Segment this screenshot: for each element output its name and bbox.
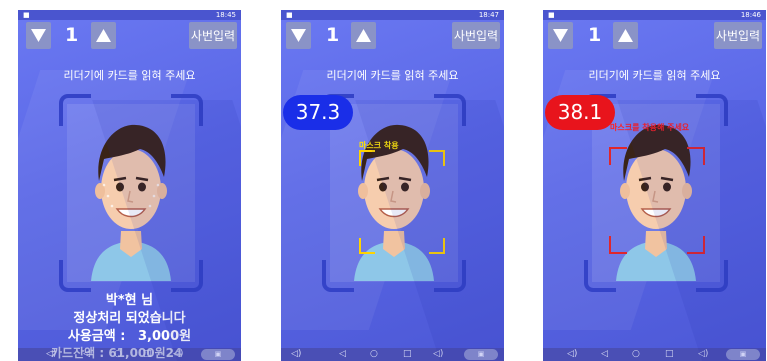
android-nav-bar: ◁) ◁ ○ □ ◁) ▣ xyxy=(281,348,504,361)
card-instruction: 리더기에 카드를 읽혀 주세요 xyxy=(63,69,196,82)
home-icon[interactable]: ○ xyxy=(632,348,640,361)
count-down-button[interactable] xyxy=(286,22,311,49)
kiosk-screen-mask-ok: ■ 18:47 1 사번입력 리더기에 카드를 읽혀 주세요 37.3 마스크 … xyxy=(281,10,504,361)
status-time: 18:45 xyxy=(215,11,236,19)
volume-icon[interactable]: ◁) xyxy=(567,348,577,361)
count-value: 1 xyxy=(326,24,340,46)
kiosk-screen-mask-warning: ■ 18:46 1 사번입력 리더기에 카드를 읽혀 주세요 38.1 마스크를… xyxy=(543,10,766,361)
recents-icon[interactable]: □ xyxy=(665,348,674,361)
status-bar: ■ 18:46 xyxy=(543,10,766,20)
employee-id-button[interactable]: 사번입력 xyxy=(452,22,500,49)
mask-warning-label: 마스크를 착용해 주세요 xyxy=(610,123,690,132)
sim-icon: ■ xyxy=(286,11,293,19)
card-balance-overlay: 카드잔액 : 61,000원24 xyxy=(51,346,183,360)
temperature-badge: 38.1 xyxy=(545,95,615,130)
status-time: 18:47 xyxy=(478,11,499,19)
status-time: 18:46 xyxy=(740,11,761,19)
volume-up-icon[interactable]: ◁) xyxy=(698,348,708,361)
triangle-up-icon xyxy=(618,29,633,42)
count-up-button[interactable] xyxy=(613,22,638,49)
card-instruction: 리더기에 카드를 읽혀 주세요 xyxy=(326,69,459,82)
count-up-button[interactable] xyxy=(91,22,116,49)
usage-amount: 사용금액 : 3,000원 xyxy=(18,325,241,344)
usage-amount-value: 3,000원 xyxy=(138,329,192,344)
count-down-button[interactable] xyxy=(26,22,51,49)
triangle-down-icon xyxy=(31,29,46,42)
recents-icon[interactable]: □ xyxy=(403,348,412,361)
volume-icon[interactable]: ◁) xyxy=(291,348,301,361)
employee-id-button[interactable]: 사번입력 xyxy=(714,22,762,49)
kiosk-screen-success: ■ 18:45 1 사번입력 리더기에 카드를 읽혀 주세요 박*현 님 정상처… xyxy=(18,10,241,361)
triangle-down-icon xyxy=(553,29,568,42)
card-instruction: 리더기에 카드를 읽혀 주세요 xyxy=(588,69,721,82)
screenshot-icon[interactable]: ▣ xyxy=(726,349,760,360)
sim-icon: ■ xyxy=(548,11,555,19)
face-detect-box xyxy=(609,147,705,254)
usage-amount-label: 사용금액 : xyxy=(67,329,126,344)
count-up-button[interactable] xyxy=(351,22,376,49)
user-name: 박*현 님 xyxy=(105,293,154,308)
back-icon[interactable]: ◁ xyxy=(339,348,346,361)
face-frame xyxy=(59,94,203,292)
sim-icon: ■ xyxy=(23,11,30,19)
triangle-up-icon xyxy=(96,29,111,42)
android-nav-bar: ◁) ◁ ○ □ ◁) ▣ xyxy=(543,348,766,361)
face-detect-box xyxy=(359,150,445,254)
triangle-down-icon xyxy=(291,29,306,42)
triangle-up-icon xyxy=(356,29,371,42)
count-value: 1 xyxy=(588,24,602,46)
back-icon[interactable]: ◁ xyxy=(601,348,608,361)
screenshot-icon[interactable]: ▣ xyxy=(201,349,235,360)
success-message: 정상처리 되었습니다 xyxy=(73,311,186,326)
status-bar: ■ 18:47 xyxy=(281,10,504,20)
count-value: 1 xyxy=(65,24,79,46)
volume-up-icon[interactable]: ◁) xyxy=(433,348,443,361)
temperature-badge: 37.3 xyxy=(283,95,353,130)
screenshot-icon[interactable]: ▣ xyxy=(464,349,498,360)
status-bar: ■ 18:45 xyxy=(18,10,241,20)
employee-id-button[interactable]: 사번입력 xyxy=(189,22,237,49)
avatar-face-image xyxy=(91,124,171,281)
home-icon[interactable]: ○ xyxy=(370,348,378,361)
count-down-button[interactable] xyxy=(548,22,573,49)
